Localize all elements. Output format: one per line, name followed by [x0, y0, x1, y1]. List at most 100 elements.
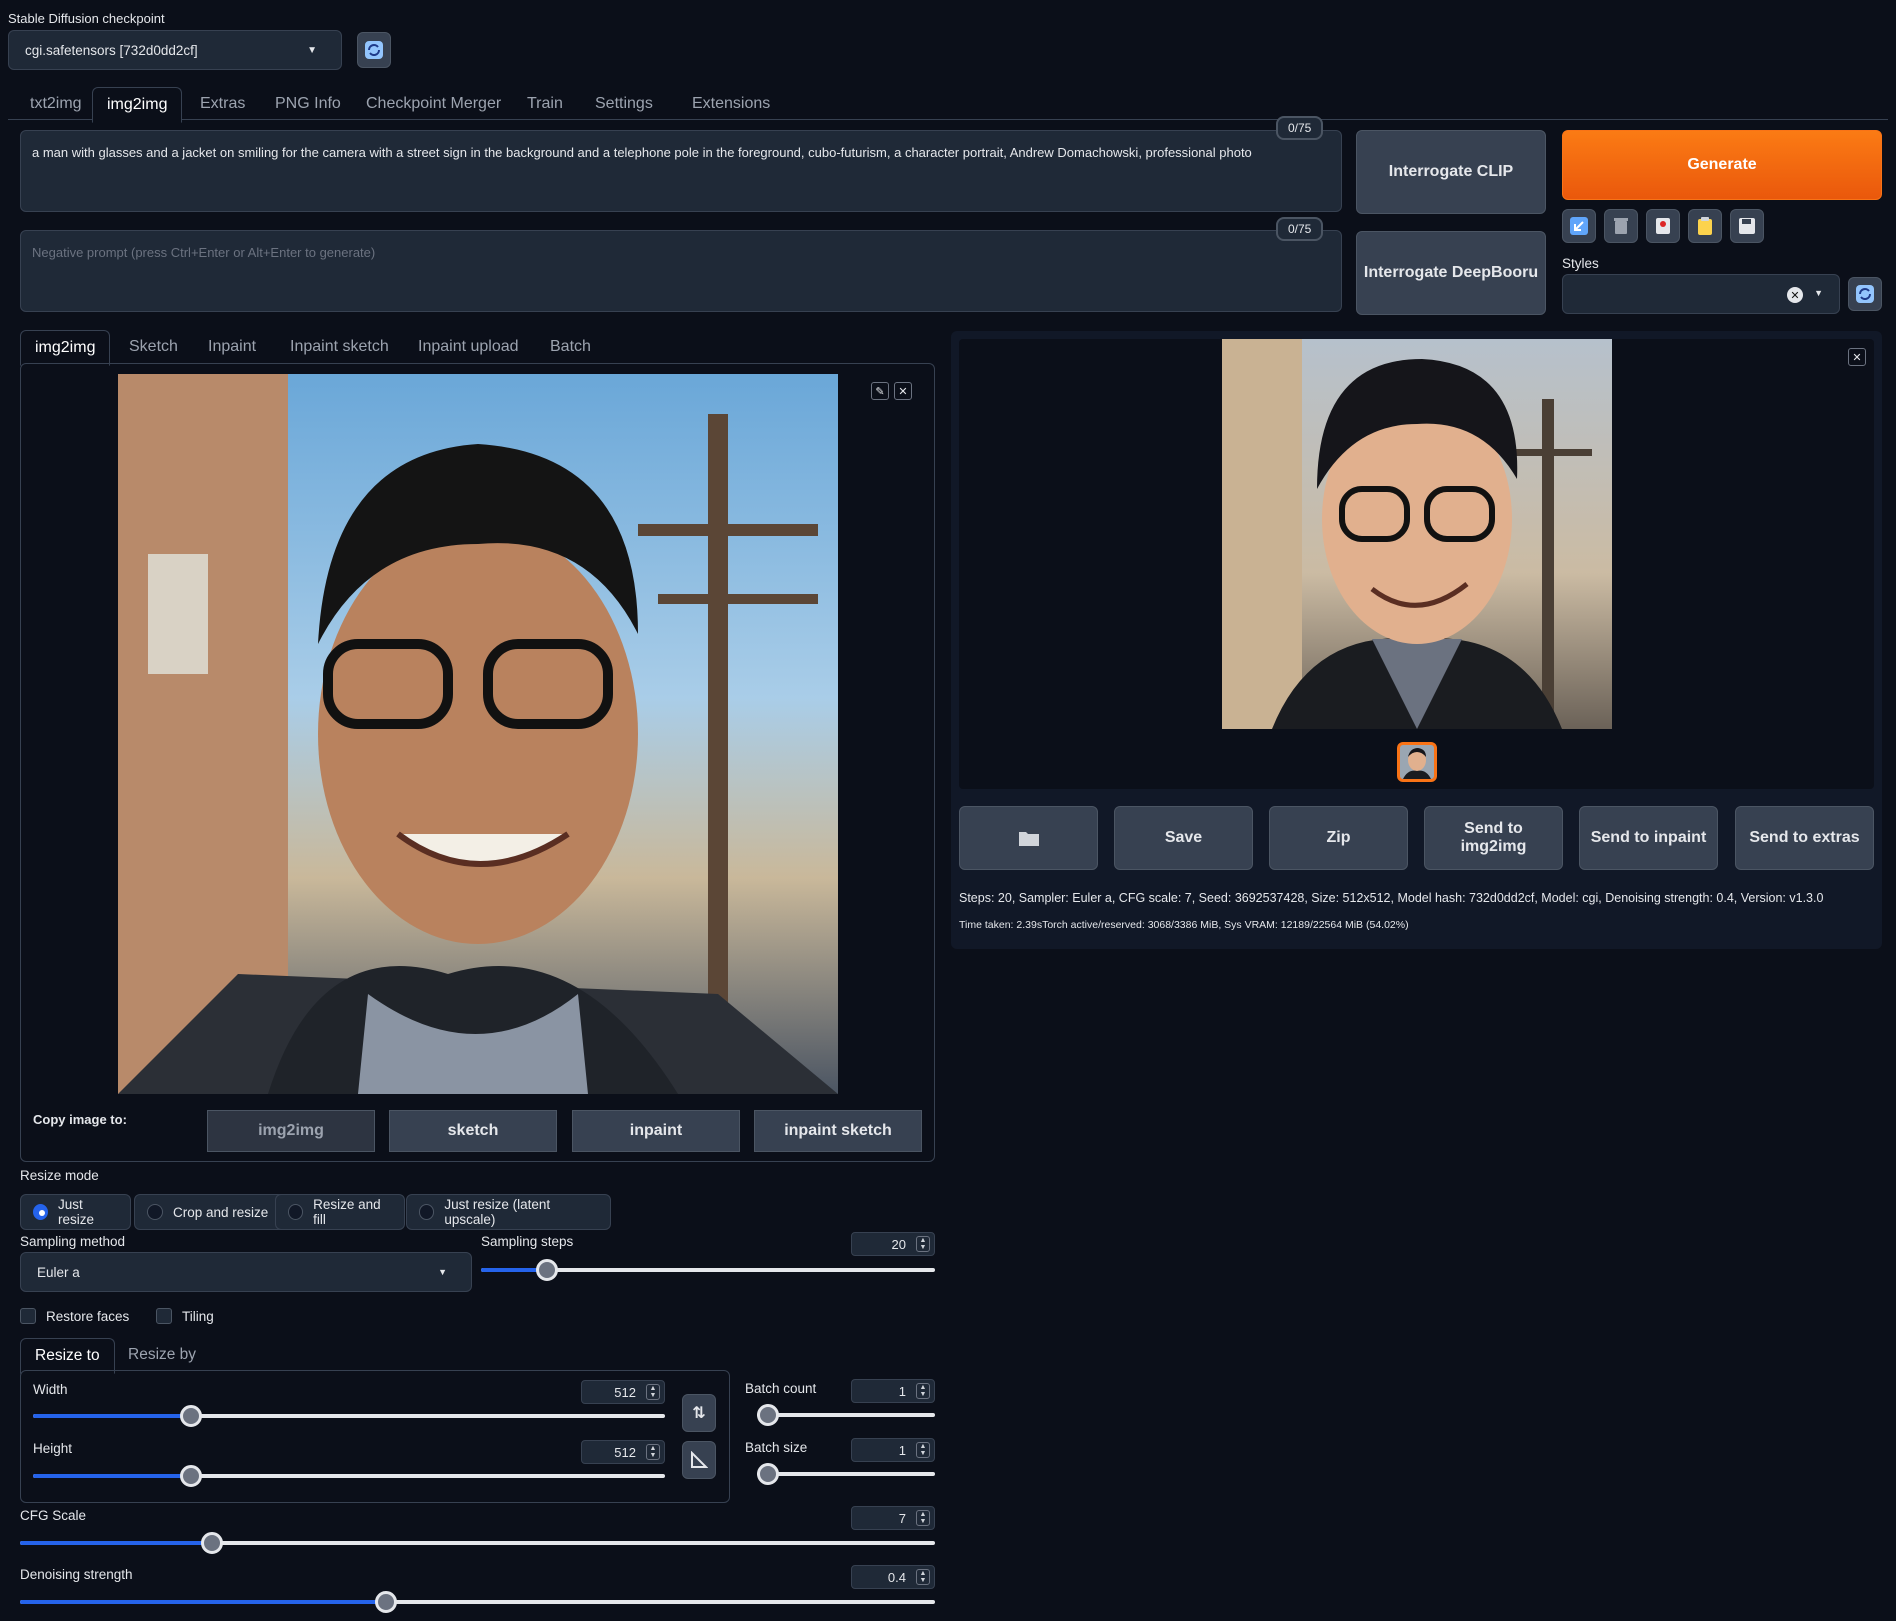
cfg-scale-input[interactable]: 7 ▲ ▼	[851, 1506, 935, 1530]
tab-extras[interactable]: Extras	[186, 87, 259, 121]
denoising-strength-input[interactable]: 0.4 ▲ ▼	[851, 1565, 935, 1589]
sampling-method-dropdown[interactable]: Euler a ▼	[20, 1252, 472, 1292]
apply-style-button[interactable]	[1688, 209, 1722, 243]
tab-extensions[interactable]: Extensions	[678, 87, 784, 121]
interrogate-deepbooru-button[interactable]: Interrogate DeepBooru	[1356, 231, 1546, 315]
chevron-down-icon: ▼	[1814, 288, 1823, 298]
subtab-inpaint-sketch[interactable]: Inpaint sketch	[276, 330, 403, 364]
styles-label: Styles	[1562, 256, 1599, 271]
height-input[interactable]: 512 ▲ ▼	[581, 1440, 665, 1464]
slider-handle[interactable]	[757, 1463, 779, 1485]
radio-just-resize-latent[interactable]: Just resize (latent upscale)	[406, 1194, 611, 1230]
copy-to-img2img-button[interactable]: img2img	[207, 1110, 375, 1152]
width-label: Width	[33, 1382, 68, 1397]
copy-to-inpaint-sketch-button[interactable]: inpaint sketch	[754, 1110, 922, 1152]
tab-train[interactable]: Train	[513, 87, 577, 121]
extra-networks-button[interactable]	[1646, 209, 1680, 243]
trash-button[interactable]	[1604, 209, 1638, 243]
edit-icon[interactable]: ✎	[871, 382, 889, 400]
subtab-img2img[interactable]: img2img	[20, 330, 111, 366]
height-value: 512	[614, 1444, 636, 1460]
height-slider[interactable]	[33, 1465, 665, 1487]
sampling-steps-input[interactable]: 20 ▲ ▼	[851, 1232, 935, 1256]
batch-size-slider[interactable]	[757, 1463, 935, 1485]
tab-settings[interactable]: Settings	[581, 87, 667, 121]
denoising-strength-slider[interactable]	[20, 1591, 935, 1613]
tiling-checkbox[interactable]: Tiling	[156, 1308, 214, 1324]
spinner-icon[interactable]: ▲ ▼	[916, 1569, 930, 1585]
send-to-extras-button[interactable]: Send to extras	[1735, 806, 1874, 870]
clipboard-icon	[1698, 217, 1712, 235]
tab-resize-by[interactable]: Resize by	[114, 1338, 210, 1372]
slider-handle[interactable]	[757, 1404, 779, 1426]
radio-resize-and-fill[interactable]: Resize and fill	[275, 1194, 405, 1230]
spinner-icon[interactable]: ▲ ▼	[646, 1384, 660, 1400]
negative-prompt-textarea[interactable]: Negative prompt (press Ctrl+Enter or Alt…	[20, 230, 1342, 312]
prompt-textarea[interactable]: a man with glasses and a jacket on smili…	[20, 130, 1342, 212]
cfg-scale-value: 7	[898, 1510, 906, 1526]
open-folder-button[interactable]	[959, 806, 1098, 870]
time-info: Time taken: 2.39sTorch active/reserved: …	[959, 919, 1409, 931]
tab-img2img[interactable]: img2img	[92, 87, 183, 123]
triangle-ruler-icon	[691, 1451, 708, 1468]
read-params-button[interactable]	[1562, 209, 1596, 243]
spinner-icon[interactable]: ▲ ▼	[646, 1444, 660, 1460]
slider-handle[interactable]	[180, 1405, 202, 1427]
width-slider[interactable]	[33, 1405, 665, 1427]
tab-checkpoint-merger[interactable]: Checkpoint Merger	[352, 87, 515, 121]
input-image[interactable]	[118, 374, 838, 1094]
restore-faces-checkbox[interactable]: Restore faces	[20, 1308, 129, 1324]
subtab-inpaint-upload[interactable]: Inpaint upload	[404, 330, 533, 364]
spinner-icon[interactable]: ▲ ▼	[916, 1442, 930, 1458]
interrogate-clip-button[interactable]: Interrogate CLIP	[1356, 130, 1546, 214]
output-image[interactable]	[1222, 339, 1612, 729]
slider-handle[interactable]	[375, 1591, 397, 1613]
spinner-icon[interactable]: ▲ ▼	[916, 1383, 930, 1399]
sampling-steps-slider[interactable]	[481, 1259, 935, 1281]
checkpoint-dropdown[interactable]: cgi.safetensors [732d0dd2cf] ▼	[8, 30, 342, 70]
floppy-disk-icon	[1739, 218, 1755, 234]
tab-png-info[interactable]: PNG Info	[261, 87, 355, 121]
trash-icon	[1614, 218, 1628, 234]
folder-icon	[1018, 832, 1039, 846]
tab-resize-to[interactable]: Resize to	[20, 1338, 115, 1374]
sampling-method-value: Euler a	[37, 1264, 80, 1280]
copy-to-sketch-button[interactable]: sketch	[389, 1110, 557, 1152]
width-value: 512	[614, 1384, 636, 1400]
output-thumbnail[interactable]	[1397, 742, 1437, 782]
generation-info: Steps: 20, Sampler: Euler a, CFG scale: …	[959, 891, 1824, 905]
spinner-icon[interactable]: ▲ ▼	[916, 1236, 930, 1252]
clear-icon[interactable]: ✕	[1787, 287, 1803, 303]
width-input[interactable]: 512 ▲ ▼	[581, 1380, 665, 1404]
subtab-batch[interactable]: Batch	[536, 330, 605, 364]
tab-txt2img[interactable]: txt2img	[16, 87, 96, 121]
zip-button[interactable]: Zip	[1269, 806, 1408, 870]
send-to-inpaint-button[interactable]: Send to inpaint	[1579, 806, 1718, 870]
close-icon[interactable]: ✕	[1848, 348, 1866, 366]
spinner-icon[interactable]: ▲ ▼	[916, 1510, 930, 1526]
generate-button[interactable]: Generate	[1562, 130, 1882, 200]
batch-count-slider[interactable]	[757, 1404, 935, 1426]
copy-to-inpaint-button[interactable]: inpaint	[572, 1110, 740, 1152]
slider-handle[interactable]	[535, 1259, 558, 1281]
cfg-scale-slider[interactable]	[20, 1532, 935, 1554]
close-icon[interactable]: ✕	[894, 382, 912, 400]
save-style-button[interactable]	[1730, 209, 1764, 243]
negative-prompt-token-counter: 0/75	[1276, 217, 1324, 241]
refresh-styles-button[interactable]	[1848, 277, 1882, 311]
aspect-ratio-button[interactable]	[682, 1441, 716, 1479]
radio-just-resize[interactable]: Just resize	[20, 1194, 131, 1230]
radio-crop-and-resize[interactable]: Crop and resize	[134, 1194, 291, 1230]
slider-handle[interactable]	[201, 1532, 224, 1554]
batch-size-input[interactable]: 1 ▲ ▼	[851, 1438, 935, 1462]
send-to-img2img-button[interactable]: Send to img2img	[1424, 806, 1563, 870]
subtab-sketch[interactable]: Sketch	[115, 330, 192, 364]
save-button[interactable]: Save	[1114, 806, 1253, 870]
checkpoint-value: cgi.safetensors [732d0dd2cf]	[25, 42, 198, 58]
slider-handle[interactable]	[180, 1465, 202, 1487]
styles-dropdown[interactable]: ✕ ▼	[1562, 274, 1840, 314]
subtab-inpaint[interactable]: Inpaint	[194, 330, 270, 364]
swap-dimensions-button[interactable]: ⇅	[682, 1394, 716, 1432]
batch-count-input[interactable]: 1 ▲ ▼	[851, 1379, 935, 1403]
refresh-checkpoint-button[interactable]	[357, 32, 391, 68]
